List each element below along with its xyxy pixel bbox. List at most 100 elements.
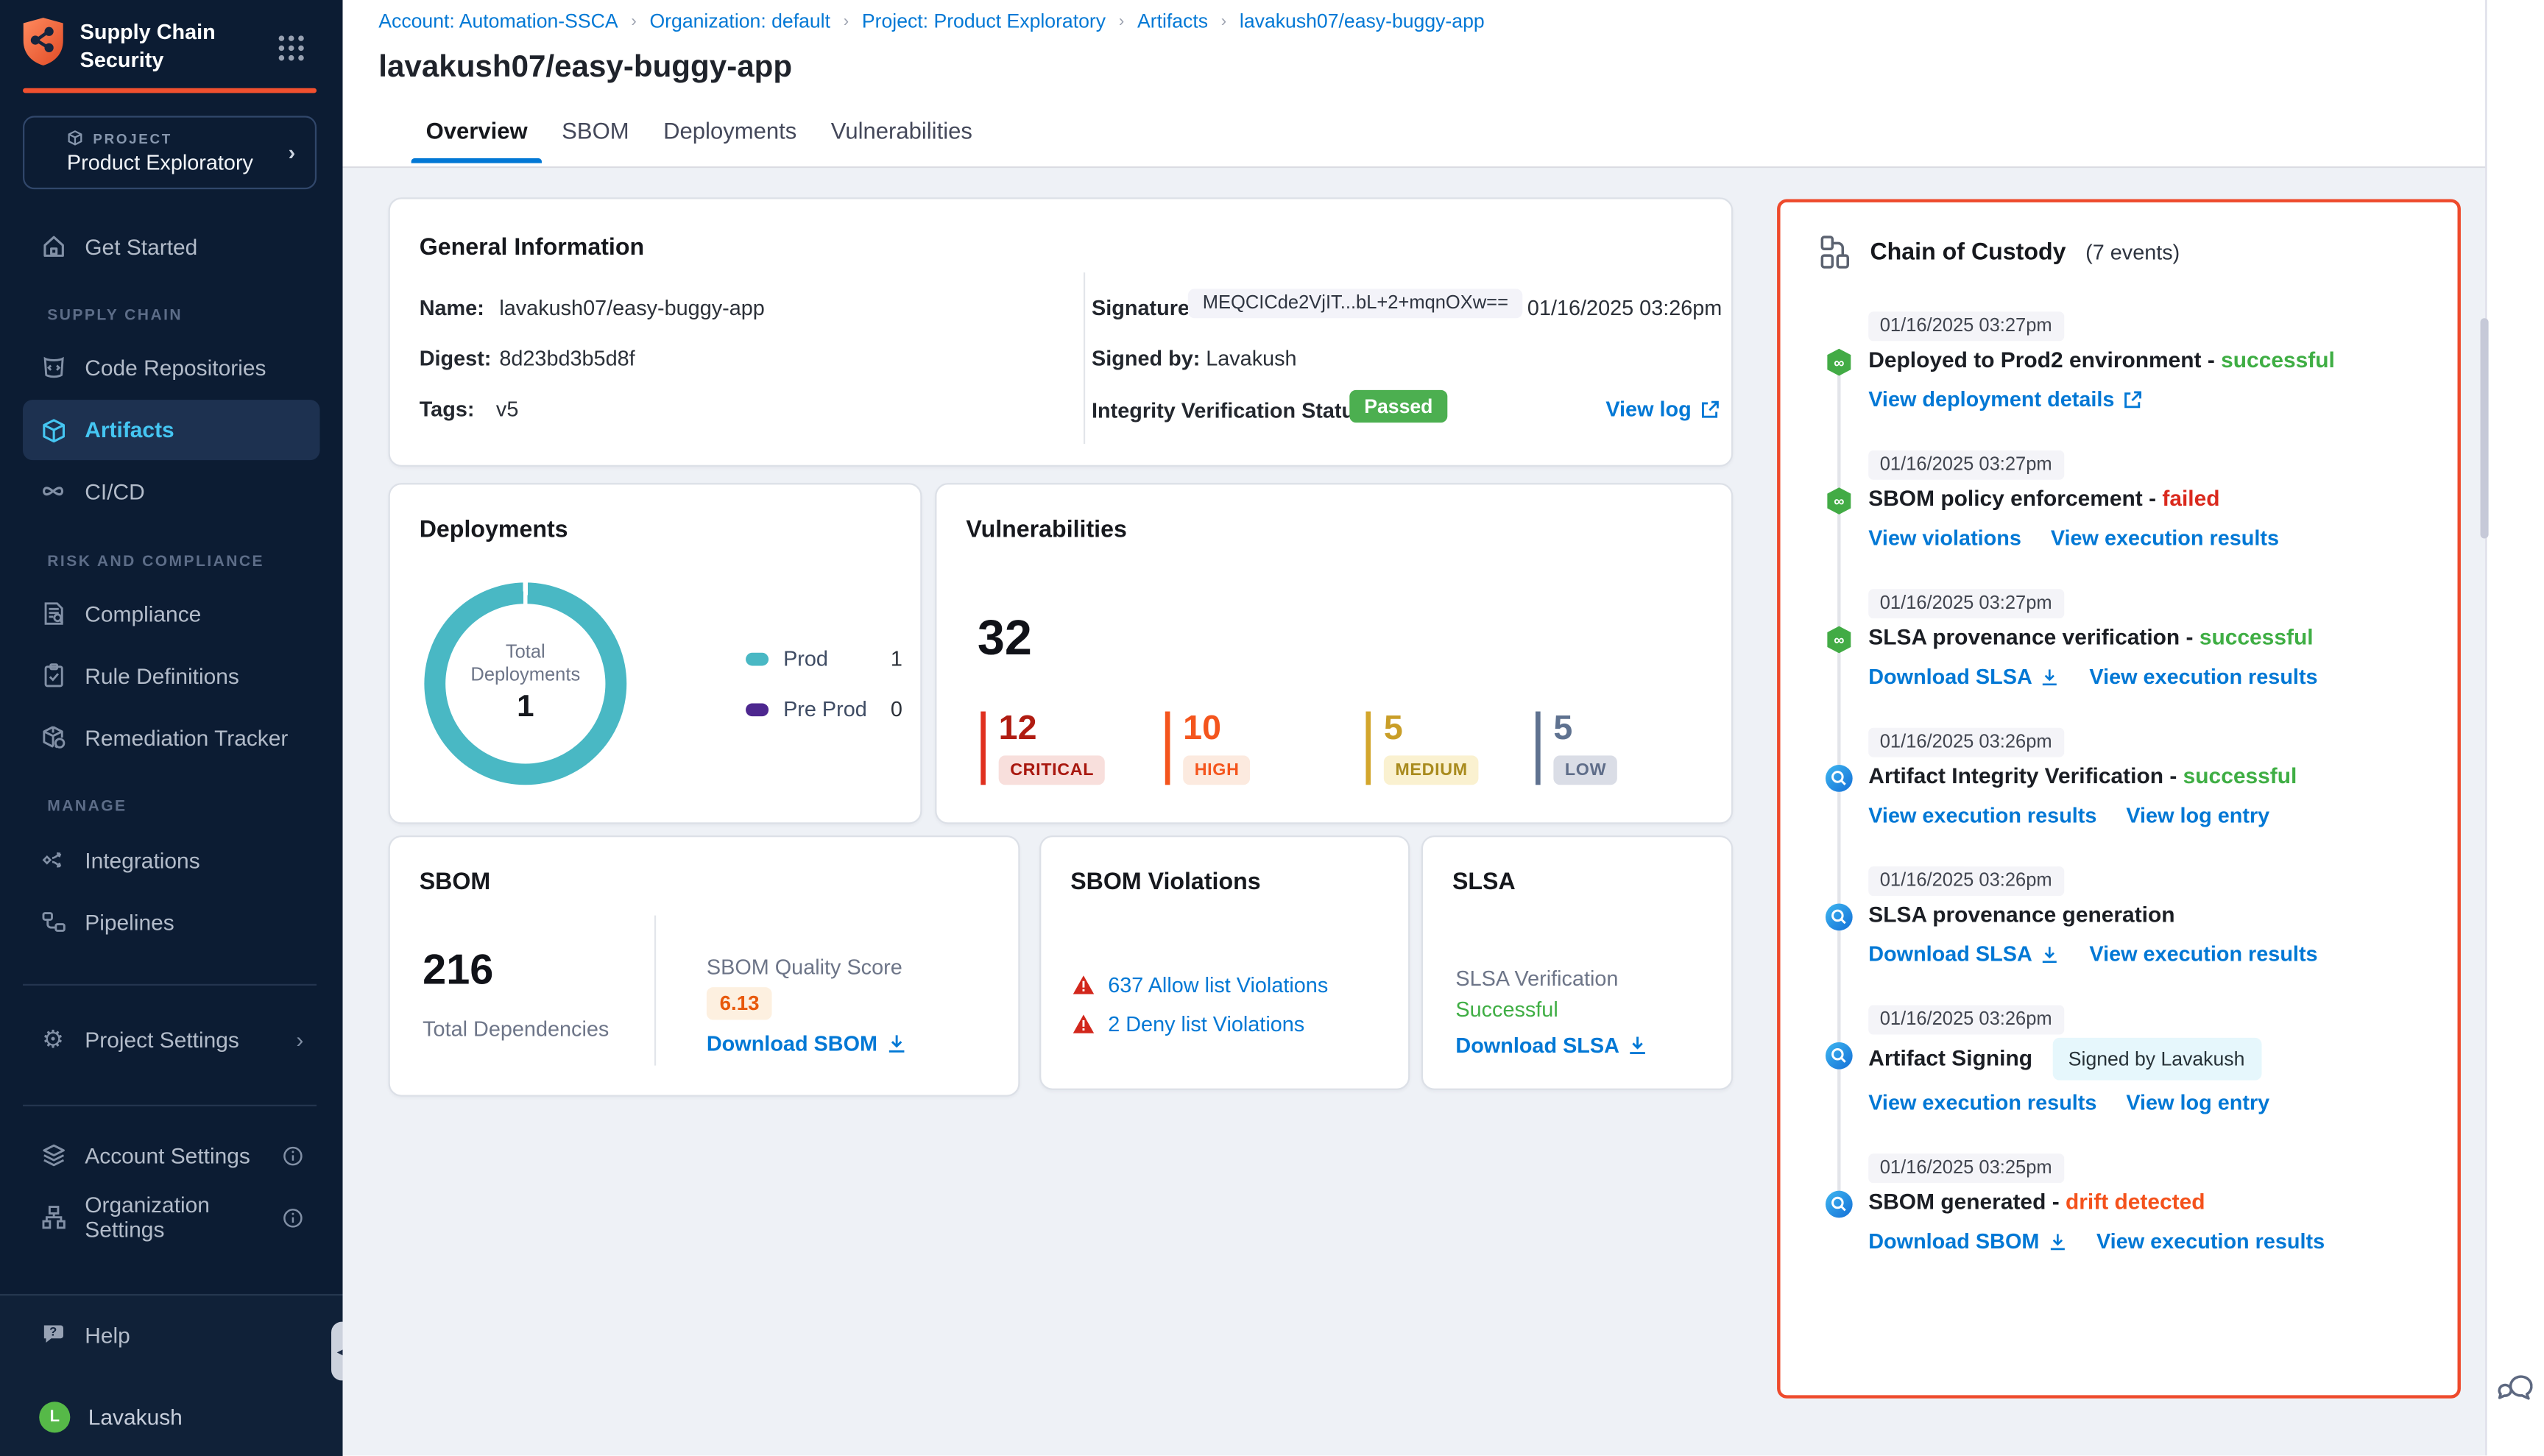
sidebar-item-integrations[interactable]: Integrations <box>23 833 319 888</box>
breadcrumb-artifacts[interactable]: Artifacts <box>1137 10 1208 32</box>
event-status: successful <box>2200 625 2314 649</box>
sidebar-item-account-settings[interactable]: Account Settings <box>23 1128 319 1183</box>
breadcrumb-current[interactable]: lavakush07/easy-buggy-app <box>1240 10 1485 32</box>
sidebar-item-user[interactable]: L Lavakush <box>23 1388 319 1443</box>
view-execution-results-link[interactable]: View execution results <box>1868 801 2096 830</box>
cicd-stage-icon: ∞ <box>1824 347 1854 377</box>
artifact-cube-icon <box>39 416 67 444</box>
integrations-icon <box>39 846 67 874</box>
custody-event-slsa-generation: 01/16/2025 03:26pm SLSA provenance gener… <box>1820 865 2419 969</box>
download-slsa-link[interactable]: Download SLSA <box>1868 940 2060 969</box>
download-slsa-link[interactable]: Download SLSA <box>1868 662 2060 692</box>
sidebar-item-help[interactable]: ? Help <box>23 1307 319 1363</box>
high-badge: HIGH <box>1183 755 1251 785</box>
sidebar-item-artifacts[interactable]: Artifacts <box>23 400 319 460</box>
breadcrumb-account[interactable]: Account: Automation-SSCA <box>378 10 618 32</box>
sidebar-item-organization-settings[interactable]: Organization Settings <box>23 1190 319 1245</box>
scan-stage-icon <box>1824 902 1854 932</box>
tab-deployments[interactable]: Deployments <box>663 118 796 163</box>
project-name: Product Exploratory <box>67 150 253 174</box>
download-sbom-link[interactable]: Download SBOM <box>1868 1227 2067 1257</box>
download-sbom-link[interactable]: Download SBOM <box>707 1031 907 1056</box>
event-timestamp: 01/16/2025 03:26pm <box>1868 728 2063 757</box>
sidebar-item-label: Pipelines <box>85 910 174 934</box>
sidebar-item-remediation-tracker[interactable]: Remediation Tracker <box>23 710 319 765</box>
product-name: Supply Chain Security <box>80 16 216 74</box>
custody-event-artifact-integrity: 01/16/2025 03:26pm Artifact Integrity Ve… <box>1820 726 2419 830</box>
section-risk-compliance: RISK AND COMPLIANCE <box>47 553 264 570</box>
info-icon <box>283 1145 304 1166</box>
view-execution-results-link[interactable]: View execution results <box>2089 940 2317 969</box>
sbom-total-label: Total Dependencies <box>423 1017 609 1041</box>
custody-event-deployed: ∞ 01/16/2025 03:27pm Deployed to Prod2 e… <box>1820 310 2419 414</box>
slsa-verification-label: SLSA Verification <box>1455 966 1618 990</box>
view-deployment-details-link[interactable]: View deployment details <box>1868 385 2142 414</box>
sbom-total: 216 <box>423 945 493 996</box>
sidebar-divider <box>23 1105 317 1106</box>
donut-center-label-2: Deployments <box>470 664 580 687</box>
scrollbar-thumb[interactable] <box>2481 318 2489 538</box>
sidebar-item-compliance[interactable]: Compliance <box>23 586 319 641</box>
sidebar-item-project-settings[interactable]: ⚙ Project Settings › <box>23 1011 319 1067</box>
sidebar-item-cicd[interactable]: CI/CD <box>23 464 319 519</box>
remediation-cube-icon <box>39 724 67 752</box>
home-icon <box>39 233 67 261</box>
legend-label: Pre Prod <box>783 697 867 721</box>
tab-sbom[interactable]: SBOM <box>562 118 629 163</box>
svg-text:∞: ∞ <box>1834 355 1844 371</box>
sidebar-item-pipelines[interactable]: Pipelines <box>23 894 319 950</box>
view-execution-results-link[interactable]: View execution results <box>2089 662 2317 692</box>
chain-of-custody-icon <box>1820 235 1851 269</box>
tab-vulnerabilities[interactable]: Vulnerabilities <box>831 118 972 163</box>
severity-medium: 5 MEDIUM <box>1365 712 1536 785</box>
app-switcher-icon[interactable] <box>278 35 305 63</box>
view-log-entry-link[interactable]: View log entry <box>2126 1089 2269 1118</box>
breadcrumb-organization[interactable]: Organization: default <box>649 10 830 32</box>
integrity-status-label: Integrity Verification Status: <box>1092 398 1374 423</box>
view-log-link[interactable]: View log <box>1605 397 1719 421</box>
sidebar-item-label: Project Settings <box>85 1027 239 1051</box>
sidebar-item-code-repositories[interactable]: Code Repositories <box>23 339 319 395</box>
view-log-entry-link[interactable]: View log entry <box>2126 801 2269 830</box>
layers-icon <box>39 1142 67 1170</box>
scan-stage-icon <box>1824 1190 1854 1219</box>
allow-list-violations-link[interactable]: 637 Allow list Violations <box>1108 972 1328 997</box>
clipboard-check-icon <box>39 662 67 690</box>
tab-overview[interactable]: Overview <box>426 118 528 163</box>
card-title: General Information <box>420 235 644 261</box>
panel-title: Chain of Custody <box>1870 239 2066 265</box>
external-link-icon <box>1700 399 1720 419</box>
signed-by-badge: Signed by Lavakush <box>2052 1038 2261 1081</box>
sidebar-item-get-started[interactable]: Get Started <box>23 219 319 274</box>
support-chat-icon[interactable] <box>2495 1372 2532 1407</box>
sidebar-item-rule-definitions[interactable]: Rule Definitions <box>23 648 319 703</box>
sbom-quality-score-badge: 6.13 <box>707 987 772 1019</box>
custody-event-sbom-policy: ∞ 01/16/2025 03:27pm SBOM policy enforce… <box>1820 449 2419 554</box>
event-status: drift detected <box>2066 1190 2205 1214</box>
view-execution-results-link[interactable]: View execution results <box>2096 1227 2325 1257</box>
custody-event-artifact-signing: 01/16/2025 03:26pm Artifact SigningSigne… <box>1820 1003 2419 1117</box>
breadcrumb-project[interactable]: Project: Product Exploratory <box>862 10 1106 32</box>
sidebar-item-label: Artifacts <box>85 418 174 442</box>
view-execution-results-link[interactable]: View execution results <box>1868 1089 2096 1118</box>
download-icon <box>1628 1034 1649 1056</box>
signature-value-chip[interactable]: MEQCICde2VjIT...bL+2+mqnOXw== <box>1188 289 1523 318</box>
deny-list-violations-link[interactable]: 2 Deny list Violations <box>1108 1011 1304 1036</box>
sidebar-item-label: Compliance <box>85 601 201 626</box>
card-title: SBOM Violations <box>1070 870 1260 896</box>
slsa-card: SLSA SLSA Verification Successful Downlo… <box>1421 835 1733 1090</box>
view-execution-results-link[interactable]: View execution results <box>2051 524 2279 554</box>
legend-item-prod: Prod 1 <box>746 646 902 671</box>
infinity-icon <box>39 477 67 505</box>
custody-timeline: ∞ 01/16/2025 03:27pm Deployed to Prod2 e… <box>1820 310 2419 1257</box>
sidebar-item-label: Help <box>85 1323 130 1347</box>
project-selector[interactable]: PROJECT Product Exploratory › <box>23 116 317 189</box>
view-violations-link[interactable]: View violations <box>1868 524 2021 554</box>
download-slsa-link[interactable]: Download SLSA <box>1455 1033 1648 1057</box>
signed-by-value: Lavakush <box>1206 346 1296 370</box>
external-link-icon <box>2123 390 2143 410</box>
event-timestamp: 01/16/2025 03:26pm <box>1868 1006 2063 1035</box>
sidebar-item-label: Account Settings <box>85 1143 250 1167</box>
sbom-quality-label: SBOM Quality Score <box>707 955 902 979</box>
page-title: lavakush07/easy-buggy-app <box>378 51 792 87</box>
